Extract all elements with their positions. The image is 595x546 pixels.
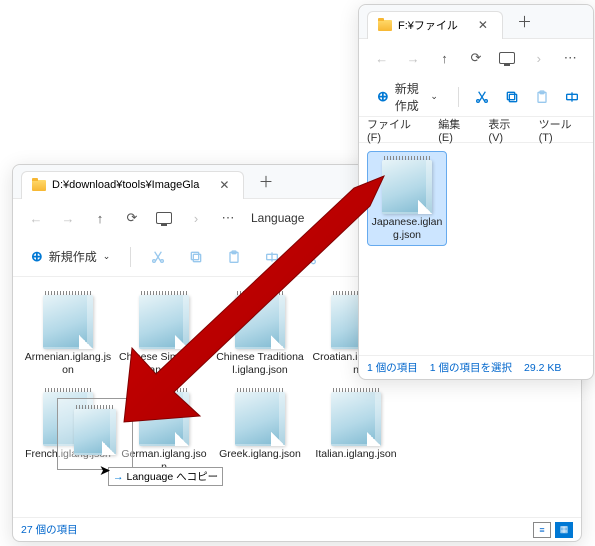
command-toolbar: ⊕ 新規作成 ⌄ [359, 77, 593, 117]
drag-ghost-preview [57, 398, 133, 470]
folder-icon [378, 20, 392, 31]
tab-title: F:¥ファイル [398, 17, 458, 33]
file-item-selected[interactable]: Japanese.iglang.json [367, 151, 447, 246]
notepad-file-icon [378, 156, 436, 214]
forward-button[interactable]: → [53, 204, 83, 232]
pc-icon[interactable] [493, 44, 522, 72]
file-item[interactable]: Chinese Simplified.iglang.json [117, 287, 211, 380]
breadcrumb-chevron[interactable]: › [524, 44, 553, 72]
up-button[interactable]: ↑ [85, 204, 115, 232]
refresh-button[interactable]: ⟳ [117, 204, 147, 232]
tab-active[interactable]: D:¥download¥tools¥ImageGla ✕ [21, 171, 244, 199]
copy-button[interactable] [499, 82, 525, 112]
cut-button[interactable] [141, 242, 175, 272]
file-label: Italian.iglang.json [315, 448, 396, 461]
nav-toolbar: ← → ↑ ⟳ › ⋯ [359, 39, 593, 77]
cut-button[interactable] [469, 82, 495, 112]
menu-view[interactable]: 表示(V) [488, 116, 524, 144]
menu-file[interactable]: ファイル(F) [367, 116, 424, 144]
refresh-button[interactable]: ⟳ [461, 44, 490, 72]
new-tab-button[interactable]: ＋ [511, 9, 538, 34]
rename-button[interactable] [559, 82, 585, 112]
drop-tooltip: → Language へコピー [108, 467, 223, 486]
file-grid[interactable]: Japanese.iglang.json [359, 143, 593, 355]
back-button[interactable]: ← [21, 204, 51, 232]
up-button[interactable]: ↑ [430, 44, 459, 72]
file-label: Armenian.iglang.json [23, 351, 113, 376]
statusbar: 27 個の項目 ≡ ▦ [13, 517, 581, 541]
new-button[interactable]: ⊕ 新規作成 ⌄ [367, 76, 448, 118]
status-count: 27 個の項目 [21, 522, 78, 537]
more-button[interactable]: ⋯ [213, 204, 243, 232]
file-item[interactable]: Italian.iglang.json [309, 384, 403, 477]
drop-tooltip-text: Language へコピー [127, 469, 219, 484]
view-grid-button[interactable]: ▦ [555, 522, 573, 538]
file-item[interactable]: Greek.iglang.json [213, 384, 307, 477]
status-selection: 1 個の項目を選択 [430, 360, 512, 375]
paste-button[interactable] [217, 242, 251, 272]
status-count: 1 個の項目 [367, 360, 418, 375]
pc-icon[interactable] [149, 204, 179, 232]
new-tab-button[interactable]: ＋ [252, 169, 279, 194]
file-label: Chinese Simplified.iglang.json [119, 351, 209, 376]
rename-button[interactable] [255, 242, 289, 272]
status-size: 29.2 KB [524, 362, 561, 374]
forward-button[interactable]: → [398, 44, 427, 72]
file-item[interactable]: Armenian.iglang.json [21, 287, 115, 380]
new-button[interactable]: ⊕ 新規作成 ⌄ [21, 244, 120, 269]
tab-title: D:¥download¥tools¥ImageGla [52, 179, 199, 191]
folder-icon [32, 180, 46, 191]
menu-tools[interactable]: ツール(T) [539, 116, 585, 144]
back-button[interactable]: ← [367, 44, 396, 72]
more-button[interactable]: ⋯ [556, 44, 585, 72]
chevron-down-icon: ⌄ [430, 91, 438, 102]
tab-close-button[interactable]: ✕ [474, 16, 492, 34]
copy-arrow-icon: → [113, 471, 124, 483]
titlebar: F:¥ファイル ✕ ＋ [359, 5, 593, 39]
file-item[interactable]: Chinese Traditional.iglang.json [213, 287, 307, 380]
share-button[interactable] [293, 242, 327, 272]
tab-active[interactable]: F:¥ファイル ✕ [367, 11, 503, 39]
chevron-down-icon: ⌄ [103, 251, 111, 262]
file-label: Greek.iglang.json [219, 448, 301, 461]
menubar: ファイル(F) 編集(E) 表示(V) ツール(T) [359, 117, 593, 143]
plus-icon: ⊕ [31, 248, 43, 265]
statusbar: 1 個の項目 1 個の項目を選択 29.2 KB [359, 355, 593, 379]
new-label: 新規作成 [49, 248, 97, 265]
new-label: 新規作成 [395, 80, 425, 114]
file-label: Chinese Traditional.iglang.json [215, 351, 305, 376]
breadcrumb-current[interactable]: Language [245, 211, 310, 225]
paste-button[interactable] [529, 82, 555, 112]
copy-button[interactable] [179, 242, 213, 272]
tab-close-button[interactable]: ✕ [215, 176, 233, 194]
file-label: Japanese.iglang.json [370, 216, 444, 241]
explorer-window-source[interactable]: F:¥ファイル ✕ ＋ ← → ↑ ⟳ › ⋯ ⊕ 新規作成 ⌄ ファイル(F)… [358, 4, 594, 380]
view-list-button[interactable]: ≡ [533, 522, 551, 538]
breadcrumb-chevron[interactable]: › [181, 204, 211, 232]
plus-icon: ⊕ [377, 88, 389, 105]
cursor-icon: ➤ [99, 462, 111, 479]
menu-edit[interactable]: 編集(E) [438, 116, 474, 144]
